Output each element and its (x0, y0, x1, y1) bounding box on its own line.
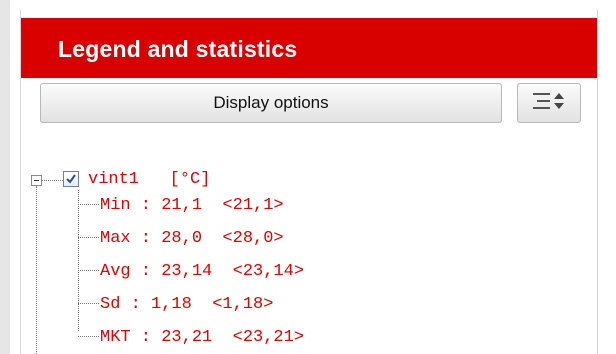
stat-avg: Avg : 23,14 <23,14> (100, 262, 305, 281)
series-name-label[interactable]: vint1 [°C] (88, 170, 210, 189)
tree-connector (78, 336, 99, 338)
stat-sd: Sd : 1,18 <1,18> (100, 295, 274, 314)
series-unit: [°C] (169, 170, 211, 189)
stat-row-max: Max : 28,0 <28,0> (78, 229, 284, 251)
stat-row-mkt: MKT : 23,21 <23,21> (78, 328, 304, 350)
tree-connector (78, 270, 99, 272)
checkmark-icon (66, 174, 76, 184)
series-name: vint1 (88, 170, 140, 189)
tree-connector (78, 204, 99, 206)
tree-connector (78, 303, 99, 305)
stat-max: Max : 28,0 <28,0> (100, 229, 284, 248)
collapse-icon[interactable] (31, 175, 42, 186)
legend-panel: Legend and statistics Display options vi… (20, 10, 598, 354)
stat-row-sd: Sd : 1,18 <1,18> (78, 295, 273, 317)
tree-guide-line (36, 186, 37, 354)
stat-row-avg: Avg : 23,14 <23,14> (78, 262, 304, 284)
series-checkbox[interactable] (63, 171, 79, 187)
stat-min: Min : 21,1 <21,1> (100, 196, 284, 215)
stat-mkt: MKT : 23,21 <23,21> (100, 328, 305, 347)
tree-connector (78, 237, 99, 239)
tree-connector (42, 180, 63, 181)
left-edge-strip (0, 0, 10, 354)
legend-tree: vint1 [°C] Min : 21,1 <21,1> Max : 28,0 … (21, 10, 597, 354)
stat-row-min: Min : 21,1 <21,1> (78, 196, 284, 218)
